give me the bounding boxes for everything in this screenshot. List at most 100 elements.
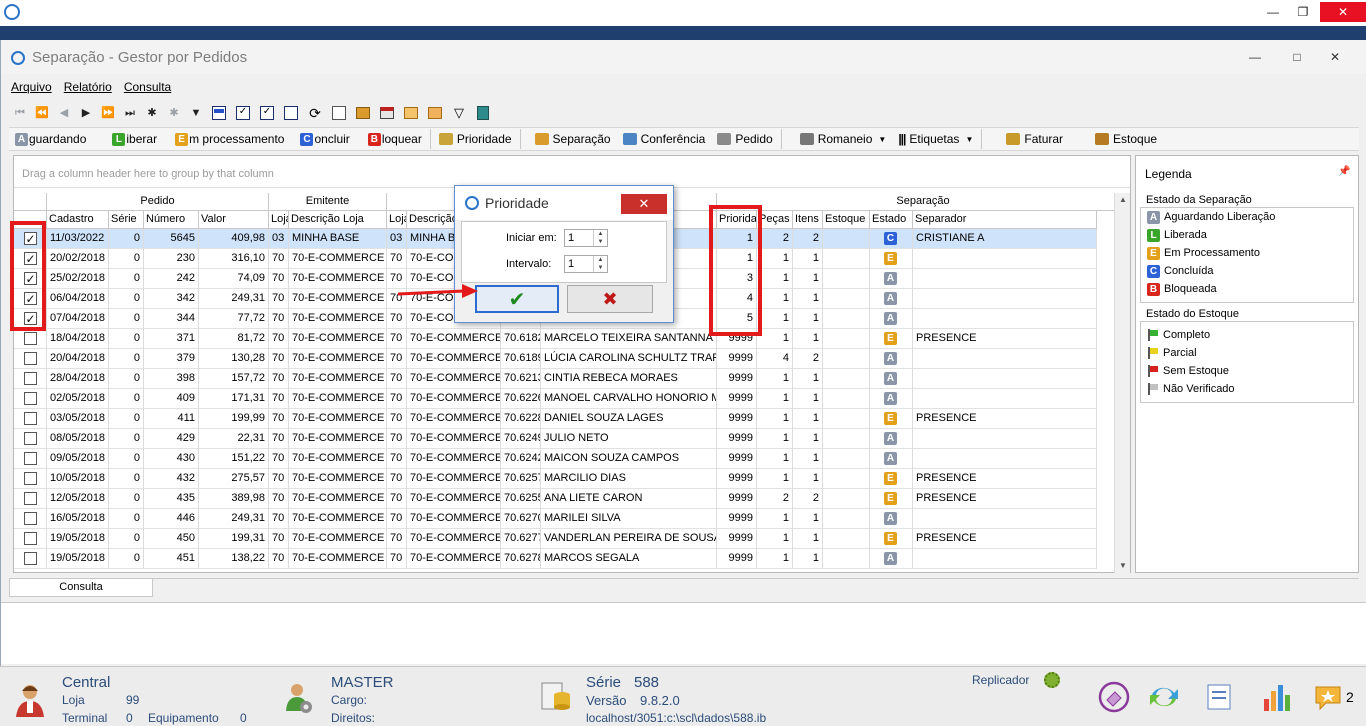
restore-icon[interactable]: ❐	[1286, 2, 1320, 22]
band-pedido[interactable]: Pedido	[47, 193, 269, 211]
row-checkbox[interactable]	[23, 532, 37, 545]
window-maximize-icon[interactable]: □	[1277, 46, 1317, 68]
notification-icon[interactable]	[1312, 681, 1348, 713]
col-estado[interactable]: Estado	[870, 211, 913, 229]
table-row[interactable]: 09/05/2018 0 430 151,22 70 70-E-COMMERCE 70 70-…	[14, 449, 1097, 469]
cell-check[interactable]	[14, 389, 47, 409]
menu-consulta[interactable]: Consulta	[124, 80, 171, 94]
settings-icon[interactable]	[327, 103, 351, 123]
sync-icon[interactable]	[1146, 681, 1182, 713]
bar-chart-icon[interactable]	[1258, 681, 1294, 713]
replicador-status-icon[interactable]	[1044, 672, 1060, 688]
col-separador[interactable]: Separador	[913, 211, 1097, 229]
col-cadastro[interactable]: Cadastro	[47, 211, 109, 229]
next-record-icon[interactable]: ▶	[75, 103, 97, 123]
separacao-button[interactable]: Separação	[529, 128, 617, 150]
table-row[interactable]: 08/05/2018 0 429 22,31 70 70-E-COMMERCE 70 70-E…	[14, 429, 1097, 449]
row-checkbox[interactable]	[23, 372, 37, 385]
first-record-icon[interactable]: ⏮	[9, 103, 31, 123]
table-row[interactable]: 18/04/2018 0 371 81,72 70 70-E-COMMERCE 70 70-E…	[14, 329, 1097, 349]
col-loja-expedicao[interactable]: Loja	[387, 211, 407, 229]
table-row[interactable]: 20/04/2018 0 379 130,28 70 70-E-COMMERCE 70 70-…	[14, 349, 1097, 369]
spinner-updown-icon[interactable]: ▲ ▼	[593, 256, 607, 272]
window-close-icon[interactable]: ✕	[1315, 46, 1355, 68]
print-icon[interactable]	[375, 103, 399, 123]
cell-check[interactable]	[14, 469, 47, 489]
menu-arquivo[interactable]: Arquivo	[11, 80, 52, 94]
band-emitente[interactable]: Emitente	[269, 193, 387, 211]
table-row[interactable]: 16/05/2018 0 446 249,31 70 70-E-COMMERCE 70 70-…	[14, 509, 1097, 529]
row-checkbox[interactable]	[23, 412, 37, 425]
select-all-icon[interactable]	[207, 103, 231, 123]
pin-icon[interactable]: 📌	[1338, 166, 1350, 177]
menu-relatorio[interactable]: Relatório	[64, 80, 112, 94]
cancel-button[interactable]: ✖	[567, 285, 653, 313]
spinner-updown-icon[interactable]: ▲ ▼	[593, 230, 607, 246]
row-checkbox[interactable]	[23, 432, 37, 445]
scroll-down-icon[interactable]: ▼	[1115, 559, 1131, 573]
estoque-button[interactable]: Estoque	[1089, 128, 1163, 150]
append-record-icon[interactable]: ✱	[163, 103, 185, 123]
etiquetas-button[interactable]: ||| Etiquetas ▼	[892, 128, 979, 150]
col-numero[interactable]: Número	[144, 211, 199, 229]
message-icon[interactable]	[1202, 681, 1238, 713]
table-row[interactable]: 02/05/2018 0 409 171,31 70 70-E-COMMERCE 70 70-…	[14, 389, 1097, 409]
prev-record-icon[interactable]: ◀	[53, 103, 75, 123]
aguardando-button[interactable]: Aguardando	[9, 128, 92, 150]
col-itens[interactable]: Itens	[793, 211, 823, 229]
next-page-icon[interactable]: ⏩	[97, 103, 119, 123]
window-minimize-icon[interactable]: —	[1235, 46, 1275, 68]
tag-icon[interactable]	[1096, 681, 1132, 713]
row-checkbox[interactable]	[23, 552, 37, 565]
boxes-icon[interactable]	[351, 103, 375, 123]
table-row[interactable]: 12/05/2018 0 435 389,98 70 70-E-COMMERCE 70 70-…	[14, 489, 1097, 509]
check-one-icon[interactable]: ✓	[255, 103, 279, 123]
refresh-icon[interactable]: ⟳	[303, 103, 327, 123]
col-loja[interactable]: Loja	[269, 211, 289, 229]
iniciar-value[interactable]: 1	[568, 232, 574, 244]
table-row[interactable]: 28/04/2018 0 398 157,72 70 70-E-COMMERCE 70 70-…	[14, 369, 1097, 389]
grid-vertical-scrollbar[interactable]: ▲ ▼	[1114, 193, 1130, 573]
check-list-icon[interactable]: ✓	[231, 103, 255, 123]
cell-check[interactable]	[14, 529, 47, 549]
cell-check[interactable]	[14, 349, 47, 369]
dialog-close-button[interactable]: ✕	[621, 194, 667, 214]
table-row[interactable]: 19/05/2018 0 450 199,31 70 70-E-COMMERCE 70 70-…	[14, 529, 1097, 549]
table-row[interactable]: 19/05/2018 0 451 138,22 70 70-E-COMMERCE 70 70-…	[14, 549, 1097, 569]
liberar-button[interactable]: Liberar	[106, 128, 163, 150]
iniciar-spinner[interactable]: 1 ▲ ▼	[564, 229, 608, 247]
table-row[interactable]: 10/05/2018 0 432 275,57 70 70-E-COMMERCE 70 70-…	[14, 469, 1097, 489]
tab-consulta[interactable]: Consulta	[9, 579, 153, 597]
romaneio-button[interactable]: Romaneio ▼	[794, 128, 893, 150]
cell-check[interactable]	[14, 329, 47, 349]
cell-check[interactable]	[14, 509, 47, 529]
concluir-button[interactable]: Concluir	[294, 128, 355, 150]
table-row[interactable]: 03/05/2018 0 411 199,99 70 70-E-COMMERCE 70 70-…	[14, 409, 1097, 429]
confirm-button[interactable]: ✔	[475, 285, 559, 313]
group-panel[interactable]: Drag a column header here to group by th…	[14, 156, 1130, 188]
row-checkbox[interactable]	[23, 512, 37, 525]
cell-check[interactable]	[14, 409, 47, 429]
cell-check[interactable]	[14, 549, 47, 569]
col-descricao-loja[interactable]: Descrição Loja	[289, 211, 387, 229]
cell-check[interactable]	[14, 449, 47, 469]
col-valor[interactable]: Valor	[199, 211, 269, 229]
row-checkbox[interactable]	[23, 352, 37, 365]
row-checkbox[interactable]	[23, 472, 37, 485]
bloquear-button[interactable]: Bloquear	[362, 128, 428, 150]
intervalo-value[interactable]: 1	[568, 258, 574, 270]
intervalo-spinner[interactable]: 1 ▲ ▼	[564, 255, 608, 273]
pedido-button[interactable]: Pedido	[711, 128, 778, 150]
cell-check[interactable]	[14, 429, 47, 449]
close-icon[interactable]: ✕	[1320, 2, 1366, 22]
prioridade-button[interactable]: Prioridade	[433, 128, 518, 150]
row-checkbox[interactable]	[23, 392, 37, 405]
filter-icon[interactable]: ▽	[447, 103, 471, 123]
row-checkbox[interactable]	[23, 492, 37, 505]
export-icon[interactable]	[399, 103, 423, 123]
col-serie[interactable]: Série	[109, 211, 144, 229]
row-checkbox[interactable]	[23, 332, 37, 345]
cell-check[interactable]	[14, 369, 47, 389]
layout-icon[interactable]	[423, 103, 447, 123]
em-processamento-button[interactable]: Em processamento	[169, 128, 290, 150]
